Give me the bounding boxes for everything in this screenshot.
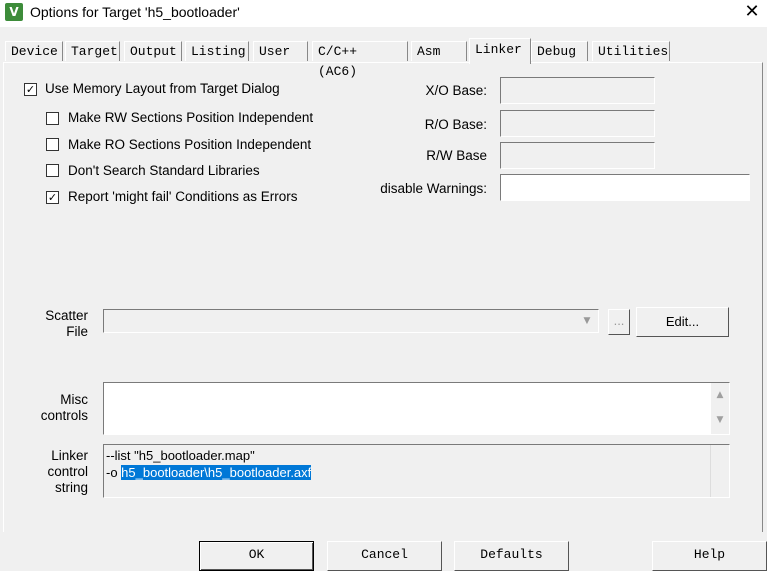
linker-control-string-box[interactable]: --list "h5_bootloader.map" -o h5_bootloa…	[103, 444, 730, 498]
misc-controls-textarea[interactable]: ▲ ▼	[103, 382, 730, 435]
tab-user[interactable]: User	[253, 41, 308, 61]
tab-device[interactable]: Device	[5, 41, 63, 61]
tab-cpp-ac6[interactable]: C/C++ (AC6)	[312, 41, 408, 79]
scroll-up-icon[interactable]: ▲	[711, 383, 729, 408]
linker-control-line-1: --list "h5_bootloader.map"	[106, 448, 255, 463]
title-bar: V Options for Target 'h5_bootloader' ✕	[0, 0, 767, 27]
rw-base-input[interactable]	[500, 142, 655, 169]
might-fail-errors-checkbox[interactable]: ✓	[46, 191, 59, 204]
tab-listing[interactable]: Listing	[185, 41, 249, 61]
scroll-down-icon[interactable]: ▼	[711, 408, 729, 433]
tab-output[interactable]: Output	[124, 41, 182, 61]
chevron-down-icon[interactable]: ▼	[579, 313, 595, 329]
tab-utilities[interactable]: Utilities	[592, 41, 670, 61]
scatter-file-label: Scatter File	[45, 308, 88, 339]
disable-warnings-input[interactable]	[500, 174, 750, 201]
scatter-edit-button[interactable]: Edit...	[636, 307, 729, 337]
misc-scrollbar[interactable]: ▲ ▼	[711, 383, 729, 434]
tab-target[interactable]: Target	[65, 41, 120, 61]
no-std-libs-checkbox[interactable]	[46, 164, 59, 177]
xo-base-label: X/O Base:	[425, 83, 487, 98]
window-title: Options for Target 'h5_bootloader'	[30, 4, 240, 20]
ro-independent-label: Make RO Sections Position Independent	[68, 137, 312, 152]
linker-control-line-2: -o h5_bootloader\h5_bootloader.axf	[106, 465, 312, 480]
rw-base-label: R/W Base	[426, 148, 487, 163]
no-std-libs-label: Don't Search Standard Libraries	[68, 163, 260, 178]
close-icon[interactable]: ✕	[740, 1, 764, 23]
rw-independent-checkbox[interactable]	[46, 112, 59, 125]
ro-independent-checkbox[interactable]	[46, 138, 59, 151]
ro-base-label: R/O Base:	[424, 117, 487, 132]
might-fail-errors-label: Report 'might fail' Conditions as Errors	[68, 189, 298, 204]
linker-control-selected-text: h5_bootloader\h5_bootloader.axf	[121, 465, 312, 480]
linker-control-string-label: Linker control string	[47, 448, 88, 495]
linker-scrollbar[interactable]	[710, 445, 729, 497]
scatter-file-combobox[interactable]: ▼	[103, 309, 599, 333]
rw-independent-label: Make RW Sections Position Independent	[68, 110, 314, 125]
tab-asm[interactable]: Asm	[411, 41, 467, 61]
tab-debug[interactable]: Debug	[531, 41, 588, 61]
tab-linker[interactable]: Linker	[469, 38, 531, 64]
scatter-browse-button[interactable]: ...	[608, 309, 630, 335]
disable-warnings-label: disable Warnings:	[380, 181, 487, 196]
xo-base-input[interactable]	[500, 77, 655, 104]
use-memory-layout-label: Use Memory Layout from Target Dialog	[45, 81, 280, 96]
use-memory-layout-checkbox[interactable]: ✓	[24, 83, 37, 96]
ro-base-input[interactable]	[500, 110, 655, 137]
keil-uv-icon: V	[5, 3, 23, 21]
misc-controls-label: Misc controls	[40, 392, 88, 423]
